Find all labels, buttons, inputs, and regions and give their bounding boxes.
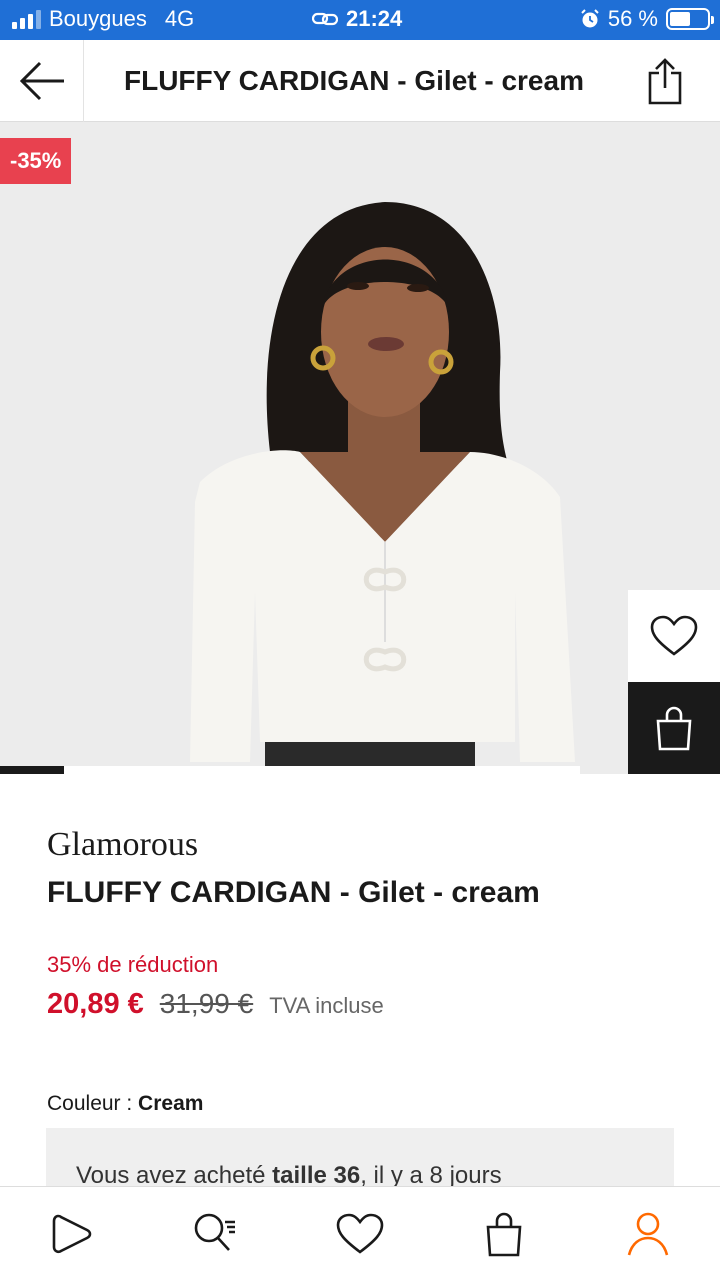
bottom-navigation bbox=[0, 1186, 720, 1280]
link-icon bbox=[312, 12, 338, 26]
carrier-name: Bouygues bbox=[49, 6, 147, 31]
battery-percent: 56 % bbox=[607, 6, 658, 31]
vat-label: TVA incluse bbox=[269, 993, 384, 1018]
discount-badge: -35% bbox=[0, 138, 72, 184]
back-button[interactable] bbox=[0, 40, 84, 122]
bag-icon bbox=[486, 1212, 522, 1256]
nav-wishlist[interactable] bbox=[288, 1187, 432, 1280]
add-to-bag-button[interactable] bbox=[628, 682, 720, 774]
nav-home[interactable] bbox=[0, 1187, 144, 1280]
home-icon bbox=[52, 1214, 92, 1253]
user-icon bbox=[627, 1212, 669, 1255]
network-type: 4G bbox=[164, 6, 195, 31]
price-row: 20,89 € 31,99 € TVA incluse bbox=[47, 988, 384, 1021]
image-carousel-progress bbox=[0, 766, 580, 774]
discount-text: 35% de réduction bbox=[47, 952, 219, 977]
share-button[interactable] bbox=[640, 54, 690, 108]
current-price: 20,89 € bbox=[47, 988, 144, 1020]
heart-icon bbox=[650, 615, 698, 656]
purchase-suffix: , il y a 8 jours bbox=[360, 1162, 502, 1189]
arrow-left-icon bbox=[19, 61, 64, 101]
nav-search[interactable] bbox=[144, 1187, 288, 1280]
clock: 21:24 bbox=[346, 6, 403, 31]
heart-icon bbox=[336, 1213, 384, 1254]
color-value: Cream bbox=[138, 1092, 204, 1115]
product-image-carousel[interactable]: -35% bbox=[0, 122, 720, 774]
color-row: Couleur : Cream bbox=[47, 1092, 203, 1116]
signal-icon bbox=[12, 9, 41, 29]
original-price: 31,99 € bbox=[159, 988, 254, 1019]
nav-bag[interactable] bbox=[432, 1187, 576, 1280]
color-label: Couleur : bbox=[47, 1092, 139, 1115]
add-to-wishlist-button[interactable] bbox=[628, 590, 720, 682]
alarm-icon bbox=[581, 9, 599, 28]
purchase-prefix: Vous avez acheté bbox=[76, 1162, 273, 1189]
app-header: FLUFFY CARDIGAN - Gilet - cream bbox=[0, 40, 720, 122]
product-photo bbox=[0, 122, 720, 774]
search-icon bbox=[194, 1213, 235, 1251]
product-name: FLUFFY CARDIGAN - Gilet - cream bbox=[47, 876, 540, 909]
nav-account[interactable] bbox=[576, 1187, 720, 1280]
page-title: FLUFFY CARDIGAN - Gilet - cream bbox=[124, 65, 584, 96]
shopping-bag-icon bbox=[656, 706, 692, 751]
share-icon bbox=[648, 58, 682, 105]
purchase-size: taille 36 bbox=[272, 1162, 361, 1189]
status-bar: Bouygues 4G 21:24 56 % bbox=[0, 0, 720, 40]
battery-icon bbox=[666, 8, 714, 30]
brand-name[interactable]: Glamorous bbox=[47, 826, 198, 864]
